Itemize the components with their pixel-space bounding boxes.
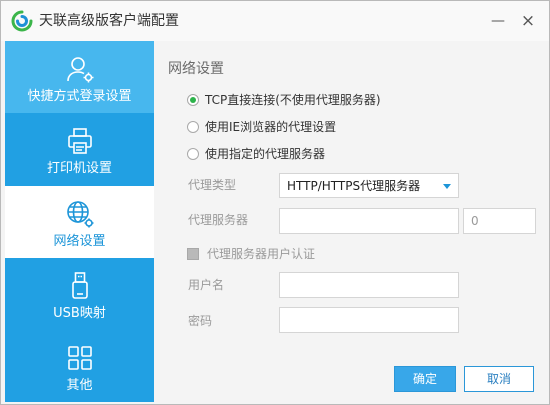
radio-label: TCP直接连接(不使用代理服务器) [205, 93, 381, 107]
sidebar-item-label: 打印机设置 [46, 161, 112, 176]
close-button[interactable]: × [517, 11, 539, 31]
config-dialog: 天联高级版客户端配置 — × 快捷方式登录设置 打印机设置 网络设置 USB映射… [0, 0, 550, 405]
password-input[interactable] [279, 307, 459, 333]
sidebar-item-network[interactable]: 网络设置 [5, 186, 154, 258]
radio-button[interactable] [187, 121, 199, 133]
sidebar-item-shortcut-login[interactable]: 快捷方式登录设置 [5, 41, 154, 113]
cancel-button[interactable]: 取消 [464, 366, 534, 392]
radio-button[interactable] [187, 94, 199, 106]
grid-icon [65, 343, 95, 373]
dropdown-arrow-icon[interactable] [443, 184, 451, 189]
user-gear-icon [65, 54, 95, 84]
title-bar[interactable]: 天联高级版客户端配置 — × [1, 1, 549, 41]
window-title: 天联高级版客户端配置 [39, 13, 179, 29]
sidebar-item-label: 快捷方式登录设置 [27, 89, 132, 104]
usb-icon [65, 271, 95, 301]
settings-sidebar: 快捷方式登录设置 打印机设置 网络设置 USB映射 其他 [5, 41, 154, 402]
sidebar-item-label: 网络设置 [53, 234, 106, 249]
radio-button[interactable] [187, 148, 199, 160]
proxy-auth-checkbox[interactable] [187, 248, 199, 260]
app-logo-icon [11, 10, 33, 32]
proxy-auth-label: 代理服务器用户认证 [207, 247, 316, 261]
app-logo-icon-graphic [11, 10, 33, 32]
radio-label: 使用IE浏览器的代理设置 [205, 120, 337, 134]
proxy-auth-checkbox-row[interactable]: 代理服务器用户认证 [187, 247, 387, 261]
sidebar-item-label: 其他 [66, 378, 93, 393]
password-label: 密码 [188, 314, 213, 328]
proxy-port-input[interactable] [463, 208, 536, 234]
radio-tcp-direct[interactable]: TCP直接连接(不使用代理服务器) [187, 92, 487, 108]
sidebar-item-printer[interactable]: 打印机设置 [5, 113, 154, 185]
globe-gear-icon [65, 199, 95, 229]
proxy-type-value: HTTP/HTTPS代理服务器 [287, 179, 421, 193]
username-input[interactable] [279, 272, 459, 298]
proxy-type-label: 代理类型 [188, 178, 237, 192]
section-heading: 网络设置 [168, 61, 224, 77]
proxy-server-label: 代理服务器 [188, 213, 249, 227]
network-settings-panel: 网络设置 TCP直接连接(不使用代理服务器) 使用IE浏览器的代理设置 使用指定… [154, 41, 546, 402]
radio-custom-proxy[interactable]: 使用指定的代理服务器 [187, 146, 487, 162]
username-label: 用户名 [188, 278, 225, 292]
sidebar-item-other[interactable]: 其他 [5, 330, 154, 402]
proxy-server-input[interactable] [279, 208, 459, 234]
printer-icon [65, 126, 95, 156]
radio-ie-proxy[interactable]: 使用IE浏览器的代理设置 [187, 119, 487, 135]
sidebar-item-label: USB映射 [53, 306, 106, 321]
radio-label: 使用指定的代理服务器 [205, 147, 326, 161]
minimize-button[interactable]: — [487, 11, 509, 31]
ok-button[interactable]: 确定 [394, 366, 456, 392]
proxy-type-select[interactable]: HTTP/HTTPS代理服务器 [279, 173, 459, 198]
sidebar-item-usb[interactable]: USB映射 [5, 258, 154, 330]
